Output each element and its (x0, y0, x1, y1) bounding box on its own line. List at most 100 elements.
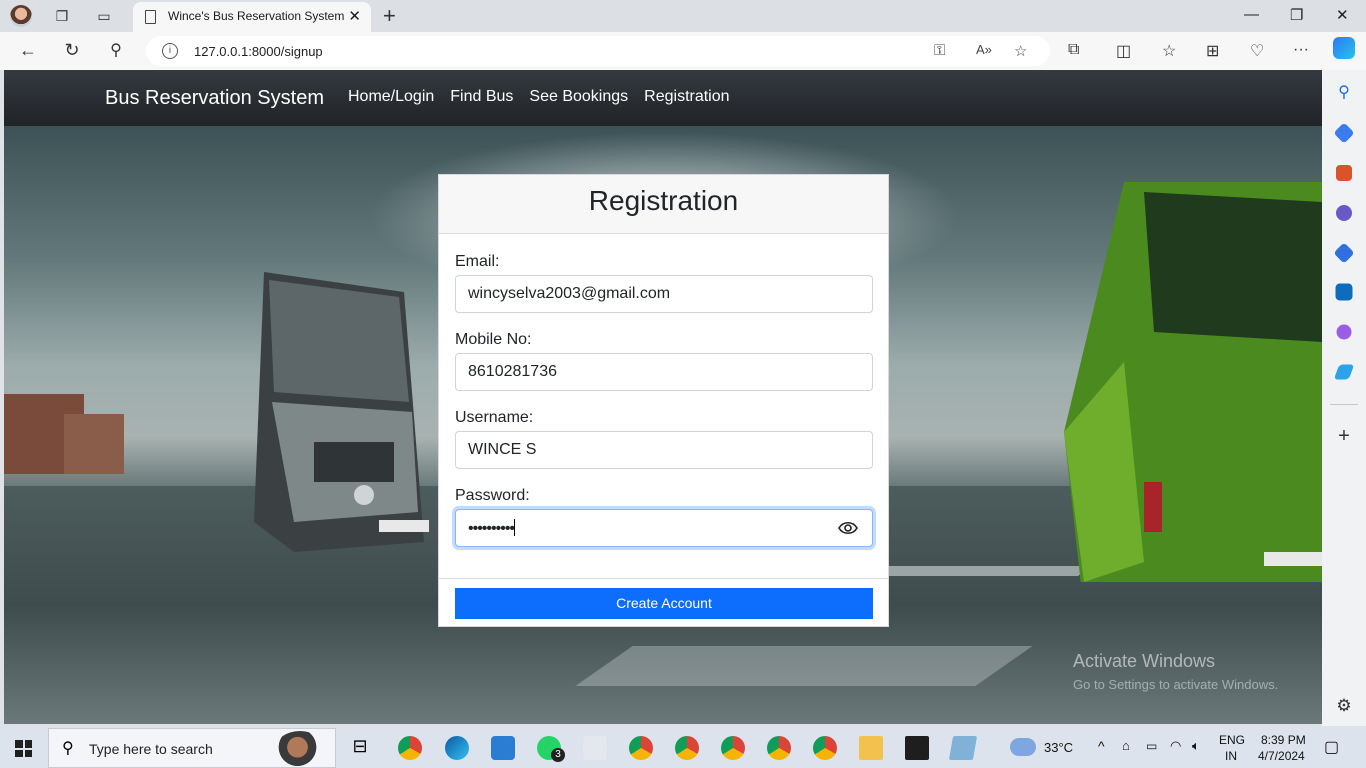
form-title: Registration (588, 185, 739, 216)
page-icon (145, 10, 156, 24)
nav-links: Home/Login Find Bus See Bookings Registr… (348, 88, 730, 106)
restore-icon[interactable]: ❐ (1290, 6, 1303, 24)
favorites-icon[interactable]: ☆ (1162, 41, 1176, 61)
chrome-icon[interactable] (767, 736, 791, 760)
taskbar-search[interactable]: ⚲ Type here to search (48, 728, 336, 768)
windows-start-icon[interactable] (15, 740, 32, 757)
workspaces-icon[interactable]: ❐ (52, 6, 72, 26)
password-field[interactable]: •••••••••• (455, 509, 873, 547)
nav-link-see-bookings[interactable]: See Bookings (529, 88, 628, 106)
microsoft-365-icon[interactable] (1333, 242, 1355, 264)
file-explorer-icon[interactable] (859, 736, 883, 760)
notepad-icon[interactable] (948, 736, 978, 760)
show-password-eye-icon[interactable] (838, 521, 858, 535)
tools-icon[interactable] (1336, 165, 1352, 181)
site-info-icon[interactable]: i (162, 43, 178, 59)
vscode-icon[interactable] (491, 736, 515, 760)
add-sidebar-app-icon[interactable]: + (1334, 426, 1354, 446)
profile-avatar[interactable] (10, 5, 32, 27)
back-icon[interactable]: ← (17, 40, 39, 61)
sidebar-settings-icon[interactable]: ⚙ (1334, 696, 1354, 716)
hero-background: Activate Windows Go to Settings to activ… (4, 126, 1322, 724)
chrome-icon[interactable] (675, 736, 699, 760)
email-label: Email: (455, 253, 500, 270)
split-screen-icon[interactable]: ◫ (1116, 41, 1131, 61)
notifications-icon[interactable]: ▢ (1324, 737, 1339, 757)
whatsapp-icon[interactable]: 3 (537, 736, 565, 762)
search-icon[interactable]: ⚲ (1334, 82, 1354, 102)
edge-icon[interactable] (445, 736, 469, 760)
email-field[interactable]: wincyselva2003@gmail.com (455, 275, 873, 313)
green-bus-image (1064, 182, 1322, 582)
tab-actions-icon[interactable]: ▭ (94, 6, 114, 26)
nav-link-registration[interactable]: Registration (644, 88, 729, 106)
road-marking (575, 646, 1033, 686)
browser-essentials-icon[interactable]: ♡ (1250, 41, 1264, 61)
weather-temperature[interactable]: 33°C (1044, 740, 1073, 755)
clock-time[interactable]: 8:39 PM (1261, 733, 1306, 747)
designer-icon[interactable] (1336, 324, 1352, 340)
device-icon[interactable]: ⌂ (1122, 738, 1130, 753)
text-cursor (514, 519, 516, 536)
card-footer: Create Account (439, 578, 888, 626)
username-field[interactable]: WINCE S (455, 431, 873, 469)
refresh-icon[interactable]: ↻ (61, 40, 83, 61)
card-header: Registration (439, 175, 888, 234)
games-icon[interactable] (1336, 205, 1352, 221)
chrome-icon[interactable] (398, 736, 422, 760)
new-tab-icon[interactable]: + (383, 3, 396, 29)
terminal-icon[interactable] (905, 736, 929, 760)
chrome-icon[interactable] (813, 736, 837, 760)
task-view-icon[interactable]: ⊟ (348, 736, 372, 760)
sidebar-divider (1330, 404, 1358, 405)
close-tab-icon[interactable]: ✕ (348, 7, 361, 25)
password-value: •••••••••• (468, 520, 515, 537)
username-label: Username: (455, 409, 534, 426)
language-code[interactable]: ENG (1219, 733, 1245, 747)
tab-bar: ❐ ▭ Wince's Bus Reservation System ✕ + —… (0, 0, 1366, 32)
key-icon[interactable]: ⚿ (934, 42, 945, 59)
create-account-button[interactable]: Create Account (455, 588, 873, 619)
taskbar-search-placeholder: Type here to search (89, 741, 213, 757)
edge-sidebar: ⚲ + ⚙ (1322, 70, 1366, 726)
windows-taskbar: ⚲ Type here to search ⊟ 3 33°C ^ ⌂ ▭ ◠ 🔈… (0, 728, 1366, 768)
battery-icon[interactable]: ▭ (1146, 739, 1157, 753)
nav-link-find-bus[interactable]: Find Bus (450, 88, 513, 106)
site-brand[interactable]: Bus Reservation System (105, 87, 324, 110)
more-menu-icon[interactable]: ··· (1293, 41, 1309, 59)
extensions-icon[interactable]: ⧉ (1068, 41, 1079, 59)
nav-link-home-login[interactable]: Home/Login (348, 88, 434, 106)
mobile-label: Mobile No: (455, 331, 532, 348)
show-hidden-icons-icon[interactable]: ^ (1098, 738, 1105, 754)
web-page: Bus Reservation System Home/Login Find B… (4, 70, 1322, 724)
tab-title: Wince's Bus Reservation System (168, 9, 345, 23)
chrome-icon[interactable] (629, 736, 653, 760)
read-aloud-icon[interactable]: A» (976, 42, 992, 57)
file-icon[interactable] (583, 736, 607, 760)
outlook-icon[interactable] (1335, 283, 1353, 301)
clock-date[interactable]: 4/7/2024 (1258, 749, 1305, 763)
address-toolbar: ← ↻ ⚲ i 127.0.0.1:8000/signup ⚿ A» ☆ ⧉ ◫… (0, 32, 1366, 70)
address-bar[interactable]: i 127.0.0.1:8000/signup ⚿ A» ☆ (146, 36, 1050, 66)
copilot-icon[interactable] (1333, 37, 1355, 59)
chrome-icon[interactable] (721, 736, 745, 760)
url-text[interactable]: 127.0.0.1:8000/signup (194, 44, 323, 59)
weather-cloud-icon[interactable] (1010, 738, 1036, 756)
site-navbar: Bus Reservation System Home/Login Find B… (4, 70, 1322, 126)
search-icon[interactable]: ⚲ (105, 40, 127, 60)
wifi-icon[interactable]: ◠ (1170, 738, 1181, 754)
active-tab[interactable]: Wince's Bus Reservation System ✕ (133, 2, 371, 32)
collections-icon[interactable]: ⊞ (1206, 41, 1219, 61)
shopping-tag-icon[interactable] (1333, 122, 1355, 144)
whatsapp-badge: 3 (551, 748, 565, 762)
mobile-field[interactable]: 8610281736 (455, 353, 873, 391)
language-region[interactable]: IN (1225, 749, 1237, 763)
search-highlight-image (275, 731, 325, 767)
drop-icon[interactable] (1333, 364, 1355, 380)
registration-card: Registration Email: wincyselva2003@gmail… (438, 174, 889, 627)
favorite-star-icon[interactable]: ☆ (1014, 42, 1027, 60)
minimize-icon[interactable]: — (1244, 6, 1259, 23)
close-window-icon[interactable]: ✕ (1336, 6, 1349, 24)
volume-icon[interactable]: 🔈︎ (1192, 738, 1200, 754)
password-label: Password: (455, 487, 530, 504)
